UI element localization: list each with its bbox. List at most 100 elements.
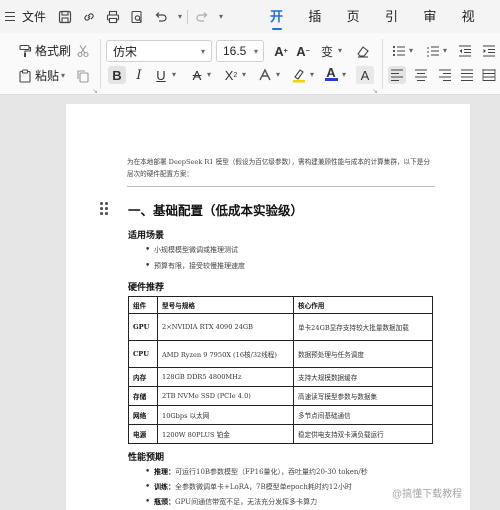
clear-format-icon[interactable] bbox=[354, 42, 372, 60]
strikethrough-icon[interactable]: A bbox=[188, 66, 206, 84]
list-item-key: 推理： bbox=[154, 467, 175, 476]
table-cell-role: 稳定供电支持双卡满负载运行 bbox=[293, 424, 433, 444]
list-item[interactable]: 推理：可运行10B参数模型（FP16量化），吞吐量约20-30 token/秒 bbox=[145, 467, 368, 477]
bold-icon[interactable]: B bbox=[108, 66, 126, 84]
table-row: CPU AMD Ryzen 9 7950X (16核/32线程) 数据预处理与任… bbox=[128, 340, 433, 368]
justify-icon[interactable] bbox=[458, 66, 476, 84]
paste-dropdown-icon[interactable]: ▾ bbox=[61, 71, 65, 80]
print-preview-icon[interactable] bbox=[128, 8, 146, 26]
share-link-icon[interactable] bbox=[80, 8, 98, 26]
superscript-icon[interactable]: X2 bbox=[222, 66, 240, 84]
tab-home[interactable]: 开始 bbox=[270, 0, 284, 57]
tab-references[interactable]: 引用 bbox=[385, 0, 399, 57]
paste-icon bbox=[18, 68, 32, 83]
distributed-align-icon[interactable] bbox=[480, 66, 498, 84]
header-rule bbox=[127, 186, 435, 187]
menu-icon[interactable] bbox=[5, 12, 15, 21]
numbered-list-icon[interactable] bbox=[424, 42, 442, 60]
align-left-icon[interactable] bbox=[388, 66, 406, 84]
table-cell-spec: 10Gbps 以太网 bbox=[157, 405, 294, 425]
ribbon-tabs: 开始 插入 页面 引用 审阅 视图 bbox=[270, 0, 500, 57]
ribbon-divider bbox=[382, 39, 383, 89]
quick-access-toolbar: ▾ ▾ bbox=[56, 8, 223, 26]
more-options-icon[interactable]: ▾ bbox=[219, 12, 223, 21]
cut-icon[interactable] bbox=[74, 42, 92, 60]
format-painter-button[interactable]: 格式刷 bbox=[18, 42, 71, 59]
font-size-value: 16.5 bbox=[223, 44, 247, 58]
superscript-dropdown-icon[interactable]: ▾ bbox=[242, 70, 246, 79]
hardware-heading[interactable]: 硬件推荐 bbox=[128, 280, 164, 293]
table-cell-role: 高速读写模型参数与数据集 bbox=[293, 386, 433, 406]
table-cell-role: 数据预处理与任务调度 bbox=[293, 340, 433, 368]
strikethrough-dropdown-icon[interactable]: ▾ bbox=[207, 70, 211, 79]
table-row: 存储 2TB NVMe SSD (PCIe 4.0) 高速读写模型参数与数据集 bbox=[128, 386, 433, 406]
paste-button[interactable]: 粘贴 ▾ bbox=[18, 67, 65, 84]
underline-dropdown-icon[interactable]: ▾ bbox=[172, 70, 176, 79]
list-item[interactable]: 训练：全参数微调单卡+LoRA，7B模型单epoch耗时约12小时 bbox=[145, 482, 352, 492]
table-header-cell: 型号与规格 bbox=[157, 296, 294, 314]
table-cell-component: 存储 bbox=[128, 386, 158, 406]
decrease-indent-icon[interactable] bbox=[456, 42, 474, 60]
font-color-icon[interactable]: A bbox=[322, 65, 340, 83]
text-effects-dropdown-icon[interactable]: ▾ bbox=[276, 70, 280, 79]
align-center-icon[interactable] bbox=[412, 66, 430, 84]
font-family-value: 仿宋 bbox=[113, 44, 138, 59]
tab-view[interactable]: 视图 bbox=[462, 0, 476, 57]
tab-review[interactable]: 审阅 bbox=[423, 0, 437, 57]
highlight-dropdown-icon[interactable]: ▾ bbox=[310, 70, 314, 79]
hardware-table[interactable]: 组件 型号与规格 核心作用 GPU 2×NVIDIA RTX 4090 24GB… bbox=[128, 296, 433, 444]
intro-paragraph[interactable]: 为在本地部署 DeepSeek R1 模型（假设为百亿级参数），需构建兼顾性能与… bbox=[127, 156, 432, 180]
font-color-dropdown-icon[interactable]: ▾ bbox=[342, 70, 346, 79]
list-item[interactable]: 瓶颈：GPU间通信带宽不足，无法充分发挥多卡算力 bbox=[145, 497, 317, 507]
toolbar-divider bbox=[187, 9, 189, 24]
list-item-key: 训练： bbox=[154, 482, 175, 491]
redo-icon[interactable] bbox=[193, 8, 211, 26]
watermark: @搞懂下载教程 bbox=[392, 489, 463, 500]
section-heading[interactable]: 一、基础配置（低成本实验级） bbox=[128, 200, 303, 219]
phonetic-guide-icon[interactable]: 变 bbox=[318, 42, 336, 60]
highlight-icon[interactable] bbox=[290, 66, 308, 84]
underline-icon[interactable]: U bbox=[152, 66, 170, 84]
list-item[interactable]: 小规模模型微调或推理测试 bbox=[145, 245, 238, 255]
paste-label: 粘贴 bbox=[35, 69, 60, 83]
table-cell-spec: 2×NVIDIA RTX 4090 24GB bbox=[157, 313, 294, 341]
clipboard-expand-icon[interactable]: ↘ bbox=[92, 87, 98, 95]
tab-page[interactable]: 页面 bbox=[347, 0, 361, 57]
bullet-list-icon[interactable] bbox=[390, 42, 408, 60]
undo-dropdown-icon[interactable]: ▾ bbox=[178, 12, 182, 21]
font-family-select[interactable]: 仿宋 ▾ bbox=[106, 40, 212, 62]
table-header-row: 组件 型号与规格 核心作用 bbox=[128, 296, 433, 314]
save-icon[interactable] bbox=[56, 8, 74, 26]
table-cell-spec: 1200W 80PLUS 铂金 bbox=[157, 424, 294, 444]
chevron-down-icon: ▾ bbox=[200, 46, 205, 56]
copy-icon[interactable] bbox=[74, 67, 92, 85]
grow-font-icon[interactable]: A + bbox=[272, 42, 290, 60]
table-cell-component: 电源 bbox=[128, 424, 158, 444]
tab-insert[interactable]: 插入 bbox=[308, 0, 322, 57]
print-icon[interactable] bbox=[104, 8, 122, 26]
increase-indent-icon[interactable] bbox=[480, 42, 498, 60]
table-row: GPU 2×NVIDIA RTX 4090 24GB 单卡24GB显存支持较大批… bbox=[128, 313, 433, 341]
ribbon-divider bbox=[100, 39, 101, 89]
shrink-font-icon[interactable]: A − bbox=[294, 42, 312, 60]
italic-icon[interactable]: I bbox=[130, 66, 148, 84]
drag-handle-icon[interactable] bbox=[100, 202, 108, 216]
file-menu-label[interactable]: 文件 bbox=[22, 8, 46, 25]
scenario-heading[interactable]: 适用场景 bbox=[128, 228, 164, 241]
list-item-key: 瓶颈： bbox=[154, 497, 175, 506]
list-item[interactable]: 预算有限，接受较慢推理速度 bbox=[145, 261, 245, 271]
table-cell-role: 多节点间基础通信 bbox=[293, 405, 433, 425]
bullet-list-dropdown-icon[interactable]: ▾ bbox=[409, 46, 413, 55]
performance-heading[interactable]: 性能预期 bbox=[128, 450, 164, 463]
format-painter-label: 格式刷 bbox=[35, 44, 72, 58]
numbered-list-dropdown-icon[interactable]: ▾ bbox=[443, 46, 447, 55]
table-cell-role: 支持大规模数据缓存 bbox=[293, 367, 433, 387]
align-right-icon[interactable] bbox=[436, 66, 454, 84]
phonetic-dropdown-icon[interactable]: ▾ bbox=[338, 46, 342, 55]
character-shading-icon[interactable]: A bbox=[356, 66, 374, 84]
text-effects-icon[interactable] bbox=[256, 66, 274, 84]
undo-icon[interactable] bbox=[152, 8, 170, 26]
font-size-select[interactable]: 16.5 ▾ bbox=[216, 40, 264, 62]
font-dialog-expand-icon[interactable]: ↘ bbox=[372, 87, 378, 95]
table-header-cell: 核心作用 bbox=[293, 296, 433, 314]
